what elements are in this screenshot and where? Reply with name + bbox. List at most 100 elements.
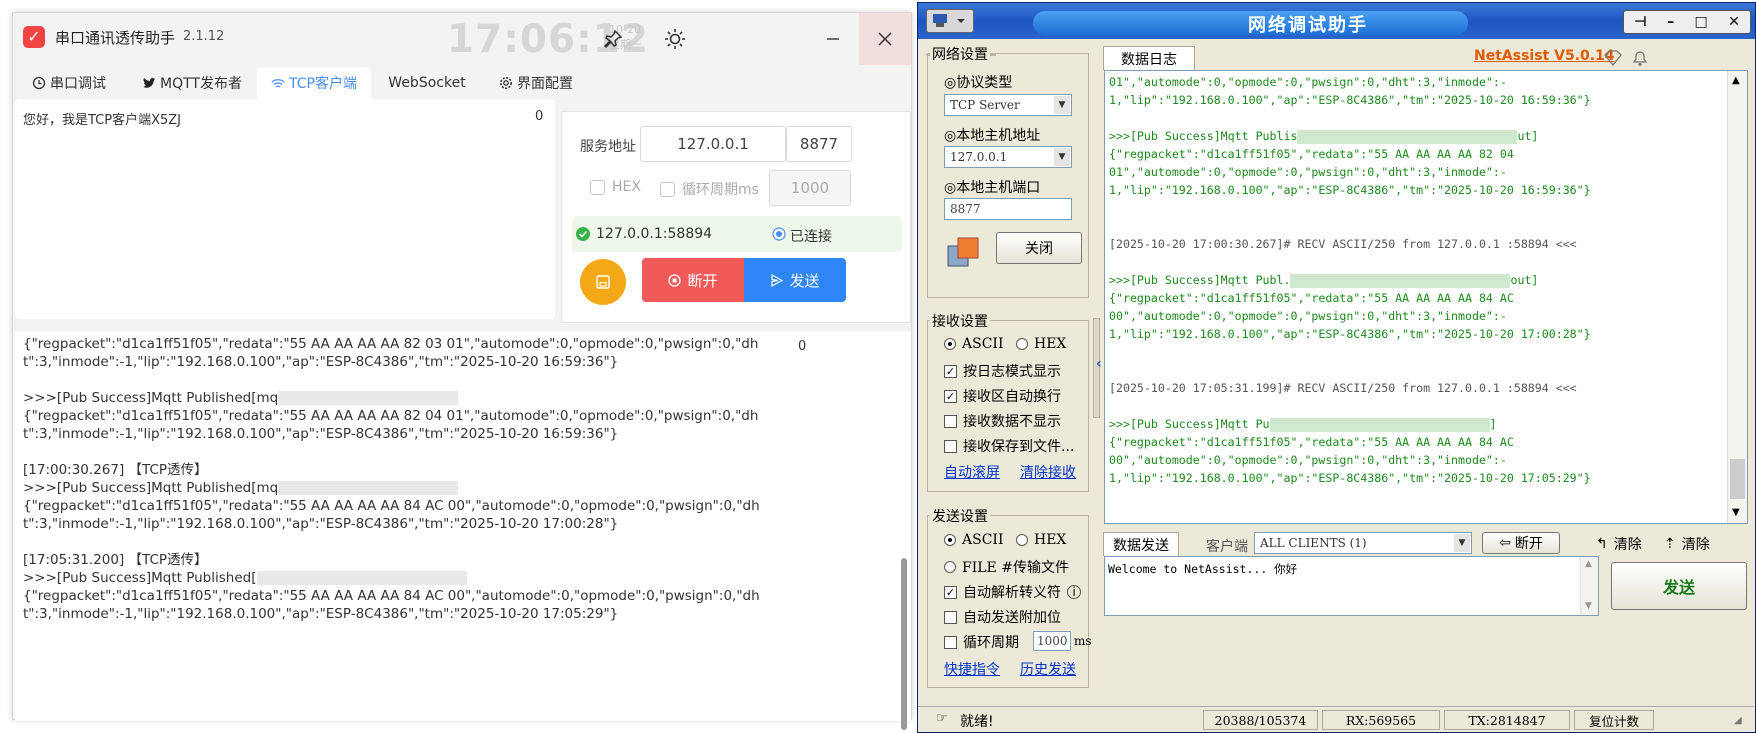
send-file-radio[interactable]: FILE #传输文件: [944, 557, 1069, 577]
data-log-line: 1,"lip":"192.168.0.100","ap":"ESP-8C4386…: [1109, 469, 1591, 487]
log-scrollbar[interactable]: [901, 558, 907, 730]
minimize-button[interactable]: [807, 13, 859, 65]
send-button[interactable]: 发送: [744, 258, 846, 302]
recv-log-mode-checkbox[interactable]: ✓ 按日志模式显示: [944, 361, 1061, 381]
auto-scroll-link[interactable]: 自动滚屏: [944, 462, 1000, 482]
redacted-block: [1269, 417, 1490, 432]
send-text-area[interactable]: 您好，我是TCP客户端X5ZJ 0: [15, 99, 555, 319]
client-label: 客户端: [1206, 539, 1248, 555]
send-escape-checkbox[interactable]: ✓ 自动解析转义符 i: [944, 582, 1081, 602]
data-log-line: 01","automode":0,"opmode":0,"pwsign":0,"…: [1109, 163, 1591, 181]
tab-label: 界面配置: [517, 76, 573, 92]
theme-toggle-button[interactable]: [649, 13, 701, 65]
checkbox-icon: [944, 439, 957, 453]
data-log-line: >>>[Pub Success]Mqtt Pu]: [1109, 415, 1591, 433]
scroll-up-icon[interactable]: ▲: [1732, 75, 1740, 86]
log-line: >>>[Pub Success]Mqtt Published[mq: [23, 479, 760, 497]
radio-icon: [944, 338, 956, 350]
tab-websocket[interactable]: WebSocket: [375, 67, 479, 99]
redacted-block: [256, 571, 467, 585]
send-ascii-radio[interactable]: ASCII: [944, 532, 1003, 548]
diamond-icon[interactable]: [1603, 49, 1623, 67]
scroll-up-icon[interactable]: ▲: [1585, 559, 1592, 569]
local-port-input[interactable]: 8877: [944, 198, 1072, 220]
data-log-tab[interactable]: 数据日志: [1103, 46, 1195, 70]
pin-button[interactable]: [587, 13, 639, 65]
server-port-input[interactable]: 8877: [786, 126, 852, 162]
save-button[interactable]: [580, 259, 626, 305]
scroll-down-icon[interactable]: ▼: [1585, 601, 1592, 611]
recv-ascii-radio[interactable]: ASCII: [944, 336, 1003, 352]
data-log-line: [1109, 109, 1591, 127]
local-address: 127.0.0.1:58894: [596, 226, 713, 242]
minimize-icon[interactable]: –: [1667, 14, 1674, 30]
system-menu-button[interactable]: [926, 9, 974, 33]
resize-grip-icon[interactable]: ◢: [1734, 715, 1742, 726]
close-button[interactable]: [859, 13, 911, 65]
log-vertical-scrollbar[interactable]: ▲ ▼: [1727, 71, 1747, 523]
app-version: 2.1.12: [183, 29, 225, 44]
log-line-text: [17:05:31.200] 【TCP透传】: [23, 552, 208, 568]
send-opt-label: 自动解析转义符: [963, 585, 1061, 601]
collapse-arrow-icon[interactable]: ‹: [1096, 356, 1102, 372]
send-loop-interval-input[interactable]: 1000: [1033, 631, 1071, 651]
server-host-input[interactable]: 127.0.0.1: [640, 126, 786, 162]
chevron-down-icon: ▼: [1454, 534, 1470, 552]
app-name: 串口通讯透传助手: [55, 29, 176, 47]
scroll-down-icon[interactable]: ▼: [1732, 507, 1740, 518]
send-append-checkbox[interactable]: 自动发送附加位: [944, 607, 1061, 627]
hex-checkbox[interactable]: HEX: [590, 179, 641, 195]
local-host-select[interactable]: 127.0.0.1 ▼: [944, 146, 1072, 168]
redacted-block: [278, 481, 459, 495]
pin-icon: [603, 29, 623, 49]
tab-label: MQTT发布者: [160, 76, 242, 92]
recv-auto-wrap-checkbox[interactable]: ✓ 接收区自动换行: [944, 386, 1061, 406]
client-select[interactable]: ALL CLIENTS (1) ▼: [1254, 532, 1472, 554]
status-bar: ☞ 就绪! 20388/105374 RX:569565 TX:2814847 …: [918, 706, 1754, 732]
close-listen-button[interactable]: 关闭: [996, 232, 1082, 264]
status-tx-count: TX:2814847: [1444, 710, 1570, 730]
scroll-thumb[interactable]: [1730, 459, 1745, 499]
reset-count-button[interactable]: 复位计数: [1574, 710, 1654, 730]
send-input-area[interactable]: Welcome to NetAssist... 你好 ▲ ▼: [1104, 556, 1599, 616]
disconnect-client-button[interactable]: ⇦ 断开: [1482, 532, 1560, 554]
close-icon[interactable]: ✕: [1728, 14, 1740, 30]
clear-all-button[interactable]: ⇡ 清除: [1664, 534, 1710, 554]
loop-interval-input[interactable]: 1000: [769, 170, 851, 206]
send-history-link[interactable]: 历史发送: [1020, 659, 1076, 679]
shortcut-commands-link[interactable]: 快捷指令: [944, 659, 1000, 679]
log-line-text: {"regpacket":"d1ca1ff51f05","redata":"55…: [23, 336, 759, 352]
tab-ui-config[interactable]: 界面配置: [483, 67, 589, 99]
window-title: 网络调试助手: [1248, 15, 1368, 36]
send-hex-radio[interactable]: HEX: [1016, 532, 1066, 548]
recv-save-file-checkbox[interactable]: 接收保存到文件...: [944, 436, 1074, 456]
protocol-select[interactable]: TCP Server ▼: [944, 94, 1072, 116]
clear-send-button[interactable]: ↰ 清除: [1596, 534, 1642, 554]
log-line-text: t":3,"inmode":-1,"lip":"192.168.0.100","…: [23, 606, 619, 622]
netassist-send-button[interactable]: 发送: [1611, 562, 1747, 610]
maximize-icon[interactable]: □: [1695, 14, 1708, 30]
tab-serial-debug[interactable]: 串口调试: [19, 67, 119, 99]
send-file-label: FILE #传输文件: [962, 560, 1069, 576]
radio-icon: [944, 534, 956, 546]
clear-receive-link[interactable]: 清除接收: [1020, 462, 1076, 482]
pin-icon[interactable]: ⊣: [1634, 14, 1647, 30]
send-loop-checkbox[interactable]: 循环周期: [944, 632, 1019, 652]
recv-hide-data-checkbox[interactable]: 接收数据不显示: [944, 411, 1061, 431]
tab-mqtt-publisher[interactable]: MQTT发布者: [125, 67, 259, 99]
send-hex-label: HEX: [1034, 532, 1067, 548]
log-line-text: {"regpacket":"d1ca1ff51f05","redata":"55…: [23, 408, 759, 424]
send-input-scrollbar[interactable]: ▲ ▼: [1580, 557, 1598, 615]
disconnect-button[interactable]: 断开: [642, 258, 744, 302]
data-send-tab[interactable]: 数据发送: [1103, 532, 1179, 556]
recv-hex-label: HEX: [1034, 336, 1067, 352]
tab-tcp-client[interactable]: TCP客户端: [257, 67, 371, 99]
recv-hex-radio[interactable]: HEX: [1016, 336, 1066, 352]
loop-checkbox[interactable]: 循环周期ms: [660, 179, 759, 199]
info-icon[interactable]: i: [1067, 585, 1081, 599]
upload-arrow-icon: ⇡: [1664, 536, 1676, 552]
bell-icon[interactable]: [1630, 48, 1650, 68]
title-bar: 网络调试助手 ⊣ – □ ✕: [918, 3, 1755, 39]
data-log-lines: 01","automode":0,"opmode":0,"pwsign":0,"…: [1109, 73, 1591, 487]
netassist-brand-link[interactable]: NetAssist V5.0.14: [1474, 48, 1615, 64]
